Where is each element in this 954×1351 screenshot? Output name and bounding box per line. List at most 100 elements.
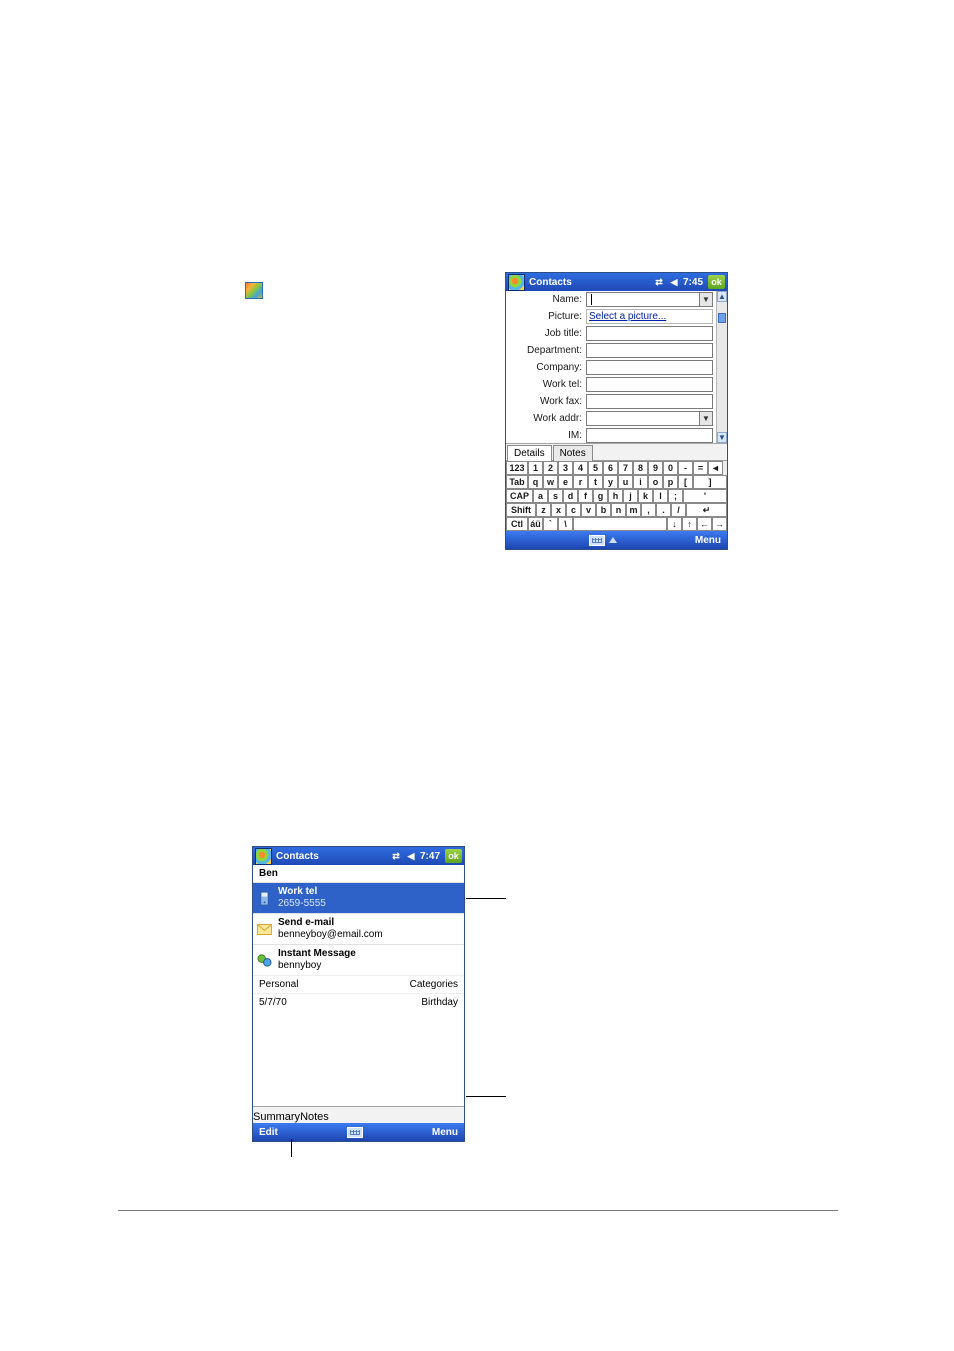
tab-notes[interactable]: Notes [300, 1111, 329, 1123]
connectivity-icon[interactable]: ⇄ [653, 277, 665, 288]
workfax-field[interactable] [586, 394, 713, 409]
key-tab[interactable]: Tab [506, 475, 528, 489]
key-i[interactable]: i [633, 475, 648, 489]
key-123[interactable]: 123 [506, 461, 528, 475]
key-z[interactable]: z [536, 503, 551, 517]
key-l[interactable]: l [653, 489, 668, 503]
key-u[interactable]: u [618, 475, 633, 489]
start-flag-icon[interactable] [245, 282, 263, 299]
key-arrow-down[interactable]: ↓ [667, 517, 682, 531]
key-d[interactable]: d [563, 489, 578, 503]
volume-icon[interactable]: ◀ [405, 851, 417, 862]
worktel-field[interactable] [586, 377, 713, 392]
key-r[interactable]: r [573, 475, 588, 489]
key-rbracket[interactable]: ] [693, 475, 727, 489]
key-w[interactable]: w [543, 475, 558, 489]
tab-notes[interactable]: Notes [553, 445, 593, 461]
workaddr-dropdown-arrow[interactable]: ▼ [699, 412, 712, 425]
key-caps[interactable]: CAP [506, 489, 533, 503]
title-bar: Contacts ⇄ ◀ 7:47 ok [253, 847, 464, 865]
key-minus[interactable]: - [678, 461, 693, 475]
key-e[interactable]: e [558, 475, 573, 489]
im-field[interactable] [586, 428, 713, 443]
key-s[interactable]: s [548, 489, 563, 503]
volume-icon[interactable]: ◀ [668, 277, 680, 288]
keyboard-toggle-icon[interactable] [589, 535, 605, 546]
ok-button[interactable]: ok [708, 275, 725, 289]
key-p[interactable]: p [663, 475, 678, 489]
start-menu-icon[interactable] [255, 848, 272, 865]
tab-summary[interactable]: Summary [253, 1111, 300, 1123]
company-field[interactable] [586, 360, 713, 375]
key-x[interactable]: x [551, 503, 566, 517]
menu-softkey[interactable]: Menu [695, 535, 721, 546]
clock[interactable]: 7:47 [420, 851, 440, 862]
key-q[interactable]: q [528, 475, 543, 489]
key-9[interactable]: 9 [648, 461, 663, 475]
key-lbracket[interactable]: [ [678, 475, 693, 489]
key-backtick[interactable]: ` [543, 517, 558, 531]
key-semicolon[interactable]: ; [668, 489, 683, 503]
key-o[interactable]: o [648, 475, 663, 489]
contact-email-item[interactable]: Send e-mail benneyboy@email.com [253, 913, 464, 944]
key-period[interactable]: . [656, 503, 671, 517]
start-menu-icon[interactable] [508, 274, 525, 291]
tab-details[interactable]: Details [507, 445, 552, 461]
key-h[interactable]: h [608, 489, 623, 503]
key-j[interactable]: j [623, 489, 638, 503]
key-0[interactable]: 0 [663, 461, 678, 475]
menu-softkey[interactable]: Menu [432, 1127, 458, 1138]
name-dropdown-arrow[interactable]: ▼ [699, 293, 712, 306]
key-backspace[interactable]: ◄ [708, 461, 723, 475]
key-space[interactable] [573, 517, 667, 531]
select-picture-link[interactable]: Select a picture... [586, 309, 713, 324]
key-4[interactable]: 4 [573, 461, 588, 475]
scroll-thumb[interactable] [718, 313, 726, 323]
key-k[interactable]: k [638, 489, 653, 503]
connectivity-icon[interactable]: ⇄ [390, 851, 402, 862]
key-slash[interactable]: / [671, 503, 686, 517]
key-7[interactable]: 7 [618, 461, 633, 475]
key-y[interactable]: y [603, 475, 618, 489]
key-shift[interactable]: Shift [506, 503, 536, 517]
key-2[interactable]: 2 [543, 461, 558, 475]
edit-softkey[interactable]: Edit [259, 1127, 278, 1138]
key-enter[interactable]: ↵ [686, 503, 727, 517]
key-arrow-right[interactable]: → [712, 517, 727, 531]
clock[interactable]: 7:45 [683, 277, 703, 288]
key-arrow-up[interactable]: ↑ [682, 517, 697, 531]
scroll-down-arrow[interactable]: ▼ [717, 432, 727, 443]
input-method-arrow-icon[interactable] [609, 537, 617, 543]
key-accented[interactable]: áü [528, 517, 543, 531]
key-backslash[interactable]: \ [558, 517, 573, 531]
key-v[interactable]: v [581, 503, 596, 517]
key-c[interactable]: c [566, 503, 581, 517]
scroll-up-arrow[interactable]: ▲ [717, 291, 727, 302]
key-5[interactable]: 5 [588, 461, 603, 475]
key-arrow-left[interactable]: ← [697, 517, 712, 531]
key-n[interactable]: n [611, 503, 626, 517]
key-m[interactable]: m [626, 503, 641, 517]
contact-worktel-item[interactable]: Work tel 2659-5555 [253, 882, 464, 913]
key-equals[interactable]: = [693, 461, 708, 475]
ok-button[interactable]: ok [445, 849, 462, 863]
jobtitle-field[interactable] [586, 326, 713, 341]
key-1[interactable]: 1 [528, 461, 543, 475]
key-ctl[interactable]: Ctl [506, 517, 528, 531]
keyboard-toggle-icon[interactable] [347, 1127, 363, 1138]
key-comma[interactable]: , [641, 503, 656, 517]
name-field[interactable]: ▼ [586, 292, 713, 307]
department-field[interactable] [586, 343, 713, 358]
key-apostrophe[interactable]: ' [683, 489, 727, 503]
contact-im-item[interactable]: Instant Message bennyboy [253, 944, 464, 975]
workaddr-field[interactable]: ▼ [586, 411, 713, 426]
vertical-scrollbar[interactable]: ▲ ▼ [716, 291, 727, 443]
key-a[interactable]: a [533, 489, 548, 503]
key-b[interactable]: b [596, 503, 611, 517]
key-t[interactable]: t [588, 475, 603, 489]
key-6[interactable]: 6 [603, 461, 618, 475]
key-3[interactable]: 3 [558, 461, 573, 475]
key-g[interactable]: g [593, 489, 608, 503]
key-8[interactable]: 8 [633, 461, 648, 475]
key-f[interactable]: f [578, 489, 593, 503]
